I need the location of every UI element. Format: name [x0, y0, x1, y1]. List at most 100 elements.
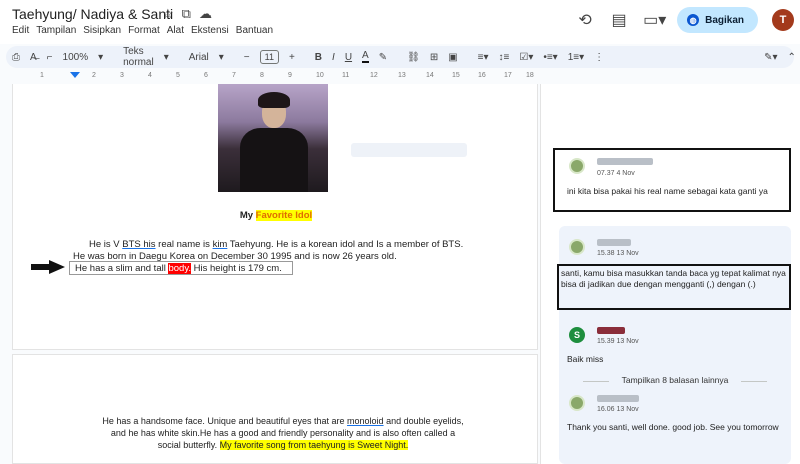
document-title[interactable]: Taehyung/ Nadiya & Santi [12, 6, 173, 22]
zoom-select[interactable]: 100% [63, 52, 89, 63]
spell-flag-text[interactable]: kim [213, 239, 228, 250]
add-comment-icon[interactable]: ⊞ [430, 52, 438, 63]
comments-icon[interactable]: ▤ [609, 10, 629, 30]
comments-panel: 07.37 4 Nov ini kita bisa pakai his real… [540, 84, 800, 464]
document-page[interactable]: My Favorite Idol He is V BTS his real na… [12, 84, 538, 350]
ruler-tick: 5 [176, 72, 180, 79]
line-spacing-icon[interactable]: ↕≡ [499, 52, 510, 63]
share-button[interactable]: ◍ Bagikan [677, 7, 758, 33]
p1-text: real name is [155, 239, 213, 250]
menu-extensions[interactable]: Ekstensi [191, 25, 229, 36]
increase-size-icon[interactable]: + [289, 52, 295, 63]
ruler-tick: 17 [504, 72, 512, 79]
formatting-toolbar: ⎙ A̶ ⌐ 100% ▾ Teks normal ▾ Arial ▾ − 11… [6, 46, 796, 68]
commenter-name [597, 158, 653, 165]
commenter-name [597, 327, 625, 334]
history-icon[interactable]: ⟲ [575, 10, 595, 30]
decrease-size-icon[interactable]: − [244, 52, 250, 63]
doc-heading: My Favorite Idol [13, 210, 539, 221]
image-icon[interactable]: ▣ [448, 52, 457, 63]
menu-help[interactable]: Bantuan [236, 25, 273, 36]
bold-icon[interactable]: B [315, 52, 322, 63]
underline-icon[interactable]: U [345, 52, 352, 63]
text-color-icon[interactable]: A [362, 51, 369, 63]
ruler-tick: 3 [120, 72, 124, 79]
font-size-input[interactable]: 11 [259, 50, 279, 64]
print-icon[interactable]: ⎙ [12, 52, 20, 63]
spell-flag-text[interactable]: monoloid [347, 416, 384, 426]
align-icon[interactable]: ≡▾ [478, 52, 489, 63]
commenter-name [597, 395, 639, 402]
pen-mode-icon[interactable]: ✎▾ [764, 52, 777, 63]
ruler-tick: 12 [370, 72, 378, 79]
menu-tools[interactable]: Alat [167, 25, 184, 36]
p1-text: Taehyung. He is a korean idol and Is a m… [227, 239, 464, 250]
numbered-list-icon[interactable]: 1≡▾ [568, 52, 584, 63]
ruler-tick: 18 [526, 72, 534, 79]
ruler-tick: 9 [288, 72, 292, 79]
bullet-list-icon[interactable]: •≡▾ [543, 52, 557, 63]
italic-icon[interactable]: I [332, 52, 335, 63]
paint-format-icon[interactable]: ⌐ [47, 52, 53, 63]
ruler: 1 2 3 4 5 6 7 8 9 10 11 12 13 14 15 16 1… [0, 70, 540, 84]
heading-prefix: My [239, 210, 256, 221]
paragraph-2[interactable]: He has a handsome face. Unique and beaut… [73, 415, 493, 451]
ruler-tick: 2 [92, 72, 96, 79]
reply-avatar: S [569, 327, 585, 343]
cloud-status-icon[interactable]: ☁ [199, 6, 212, 22]
meet-icon[interactable]: ▭▾ [643, 10, 666, 30]
indent-marker[interactable] [70, 72, 80, 78]
ruler-tick: 13 [398, 72, 406, 79]
ruler-tick: 7 [232, 72, 236, 79]
more-icon[interactable]: ⋮ [594, 52, 604, 63]
top-right-actions: ⟲ ▤ ▭▾ ◍ Bagikan T [575, 5, 800, 35]
commented-text[interactable]: BTS his [122, 239, 155, 250]
chevron-down-icon: ▾ [98, 51, 104, 63]
menu-format[interactable]: Format [128, 25, 160, 36]
comment-timestamp: 16.06 13 Nov [597, 406, 639, 413]
highlight-icon[interactable]: ✎ [379, 52, 387, 63]
chevron-down-icon: ▾ [163, 51, 169, 63]
yellow-highlight-text: My favorite song from taehyung is Sweet … [219, 440, 409, 450]
user-avatar[interactable]: T [772, 9, 794, 31]
ruler-tick: 8 [260, 72, 264, 79]
p1-text: He is V [89, 239, 123, 250]
comment-timestamp: 15.39 13 Nov [597, 338, 639, 345]
star-icon[interactable]: ☆ [162, 6, 174, 22]
floating-suggestion-chip[interactable] [351, 143, 467, 157]
comment-text: santi, kamu bisa masukkan tanda baca yg … [561, 268, 786, 289]
ruler-tick: 11 [342, 72, 350, 79]
chevron-down-icon: ▾ [218, 51, 224, 63]
ruler-tick: 10 [316, 72, 324, 79]
idol-photo[interactable] [218, 84, 328, 192]
heading-highlight: Favorite Idol [255, 210, 313, 221]
spellcheck-icon[interactable]: A̶ [30, 52, 37, 63]
p2-text: He has a handsome face. Unique and beaut… [102, 416, 348, 426]
checklist-icon[interactable]: ☑▾ [519, 52, 533, 63]
style-select[interactable]: Teks normal [123, 46, 154, 68]
move-folder-icon[interactable]: ⧉ [182, 6, 191, 22]
menu-bar: Edit Tampilan Sisipkan Format Alat Ekste… [12, 25, 273, 36]
ruler-tick: 14 [426, 72, 434, 79]
ruler-tick: 16 [478, 72, 486, 79]
document-canvas[interactable]: My Favorite Idol He is V BTS his real na… [0, 84, 540, 464]
link-icon[interactable]: ⛓ [407, 52, 420, 63]
menu-insert[interactable]: Sisipkan [83, 25, 121, 36]
menu-view[interactable]: Tampilan [36, 25, 76, 36]
photo-figure-hair [258, 92, 290, 108]
document-page-2[interactable]: He has a handsome face. Unique and beaut… [12, 354, 538, 464]
p2-text: and double eyelids, [383, 416, 464, 426]
show-more-replies[interactable]: Tampilkan 8 balasan lainnya [559, 375, 791, 385]
p2-line-2: and he has white skin.He has a good and … [110, 428, 456, 438]
commenter-avatar [569, 158, 585, 174]
ruler-tick: 15 [452, 72, 460, 79]
share-label: Bagikan [705, 14, 744, 26]
ruler-tick: 4 [148, 72, 152, 79]
collapse-icon[interactable]: ⌃ [788, 52, 796, 63]
font-select[interactable]: Arial [189, 52, 209, 63]
ruler-tick: 1 [40, 72, 44, 79]
menu-edit[interactable]: Edit [12, 25, 29, 36]
reply-text: Baik miss [567, 354, 604, 364]
globe-icon: ◍ [687, 14, 700, 26]
reply-text: Thank you santi, well done. good job. Se… [567, 422, 779, 432]
